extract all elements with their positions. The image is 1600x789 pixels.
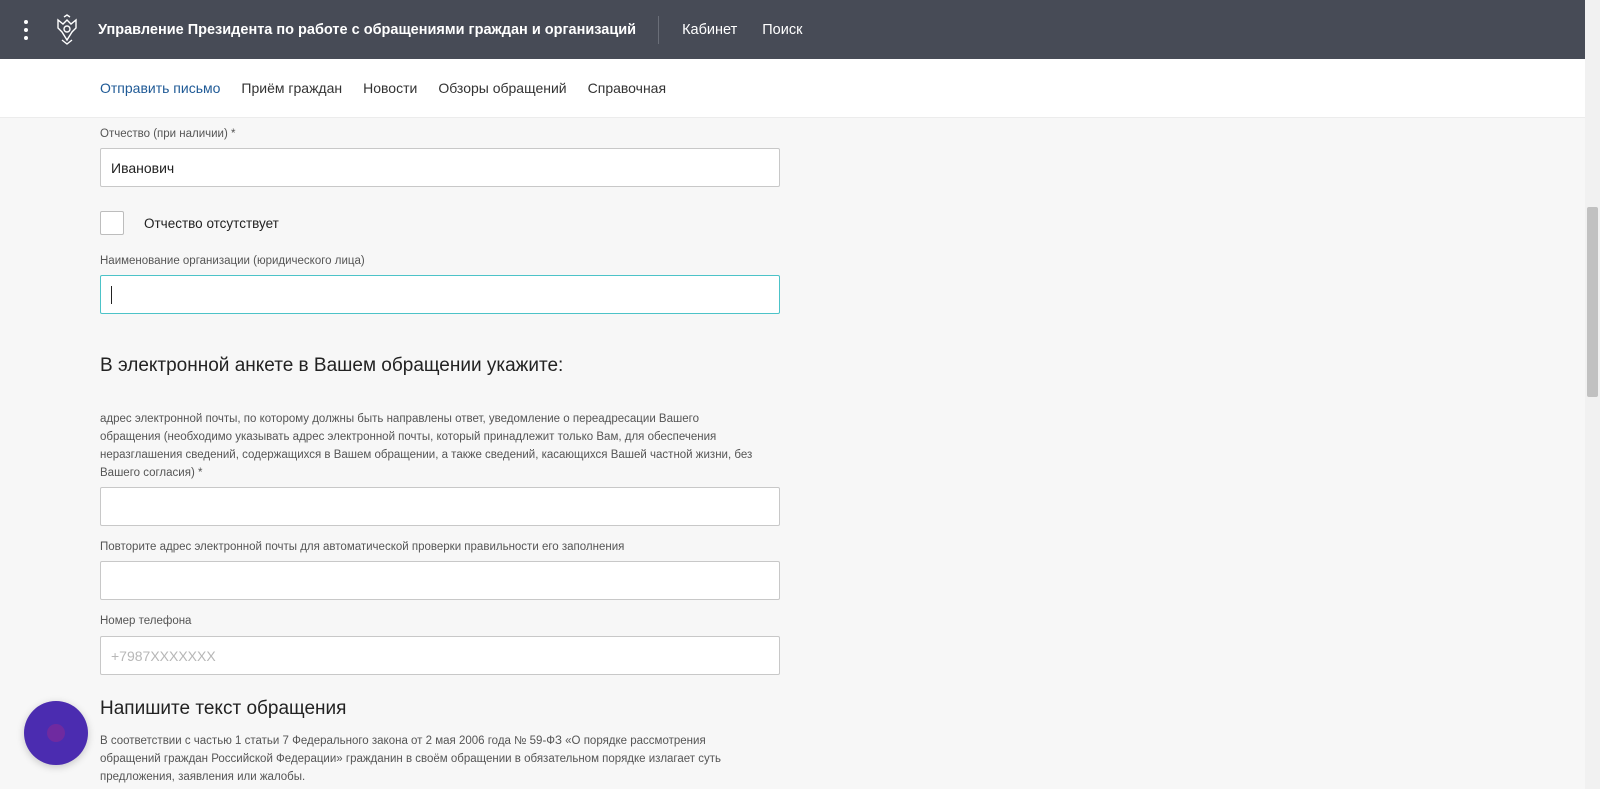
search-link[interactable]: Поиск	[762, 22, 802, 38]
text-caret	[111, 285, 112, 304]
questionnaire-heading: В электронной анкете в Вашем обращении у…	[100, 355, 564, 376]
chat-bubble-icon[interactable]	[24, 701, 88, 765]
cabinet-link[interactable]: Кабинет	[682, 22, 737, 38]
email-repeat-field[interactable]	[100, 561, 780, 600]
email-label: адрес электронной почты, по которому дол…	[100, 413, 753, 479]
phone-field[interactable]: +7987XXXXXXX	[100, 636, 780, 675]
email-field[interactable]	[100, 487, 780, 526]
no-patronymic-label[interactable]: Отчество отсутствует	[144, 216, 279, 231]
nav-citizen-reception[interactable]: Приём граждан	[241, 80, 342, 96]
organization-field[interactable]	[100, 275, 780, 314]
nav-reference[interactable]: Справочная	[588, 80, 666, 96]
nav-news[interactable]: Новости	[363, 80, 417, 96]
appeal-text-heading: Напишите текст обращения	[100, 698, 347, 719]
patronymic-value: Иванович	[111, 159, 175, 176]
phone-placeholder: +7987XXXXXXX	[111, 647, 216, 664]
patronymic-label: Отчество (при наличии) *	[100, 128, 236, 140]
patronymic-field[interactable]: Иванович	[100, 148, 780, 187]
nav-appeal-reviews[interactable]: Обзоры обращений	[438, 80, 566, 96]
email-repeat-label: Повторите адрес электронной почты для ав…	[100, 541, 625, 553]
top-bar: Управление Президента по работе с обраще…	[0, 0, 1585, 59]
appeal-text-paragraph: В соответствии с частью 1 статьи 7 Федер…	[100, 735, 721, 783]
phone-label: Номер телефона	[100, 615, 192, 627]
header-divider	[658, 15, 660, 44]
organization-label: Наименование организации (юридического л…	[100, 255, 365, 267]
site-title[interactable]: Управление Президента по работе с обраще…	[98, 22, 636, 38]
coat-of-arms-icon[interactable]	[52, 13, 82, 46]
scrollbar-thumb[interactable]	[1587, 207, 1598, 397]
nav-send-letter[interactable]: Отправить письмо	[100, 80, 220, 96]
no-patronymic-checkbox[interactable]	[100, 211, 124, 235]
section-nav: Отправить письмо Приём граждан Новости О…	[0, 59, 1585, 118]
kebab-menu-icon[interactable]	[0, 0, 52, 59]
page-scrollbar[interactable]	[1585, 0, 1600, 789]
